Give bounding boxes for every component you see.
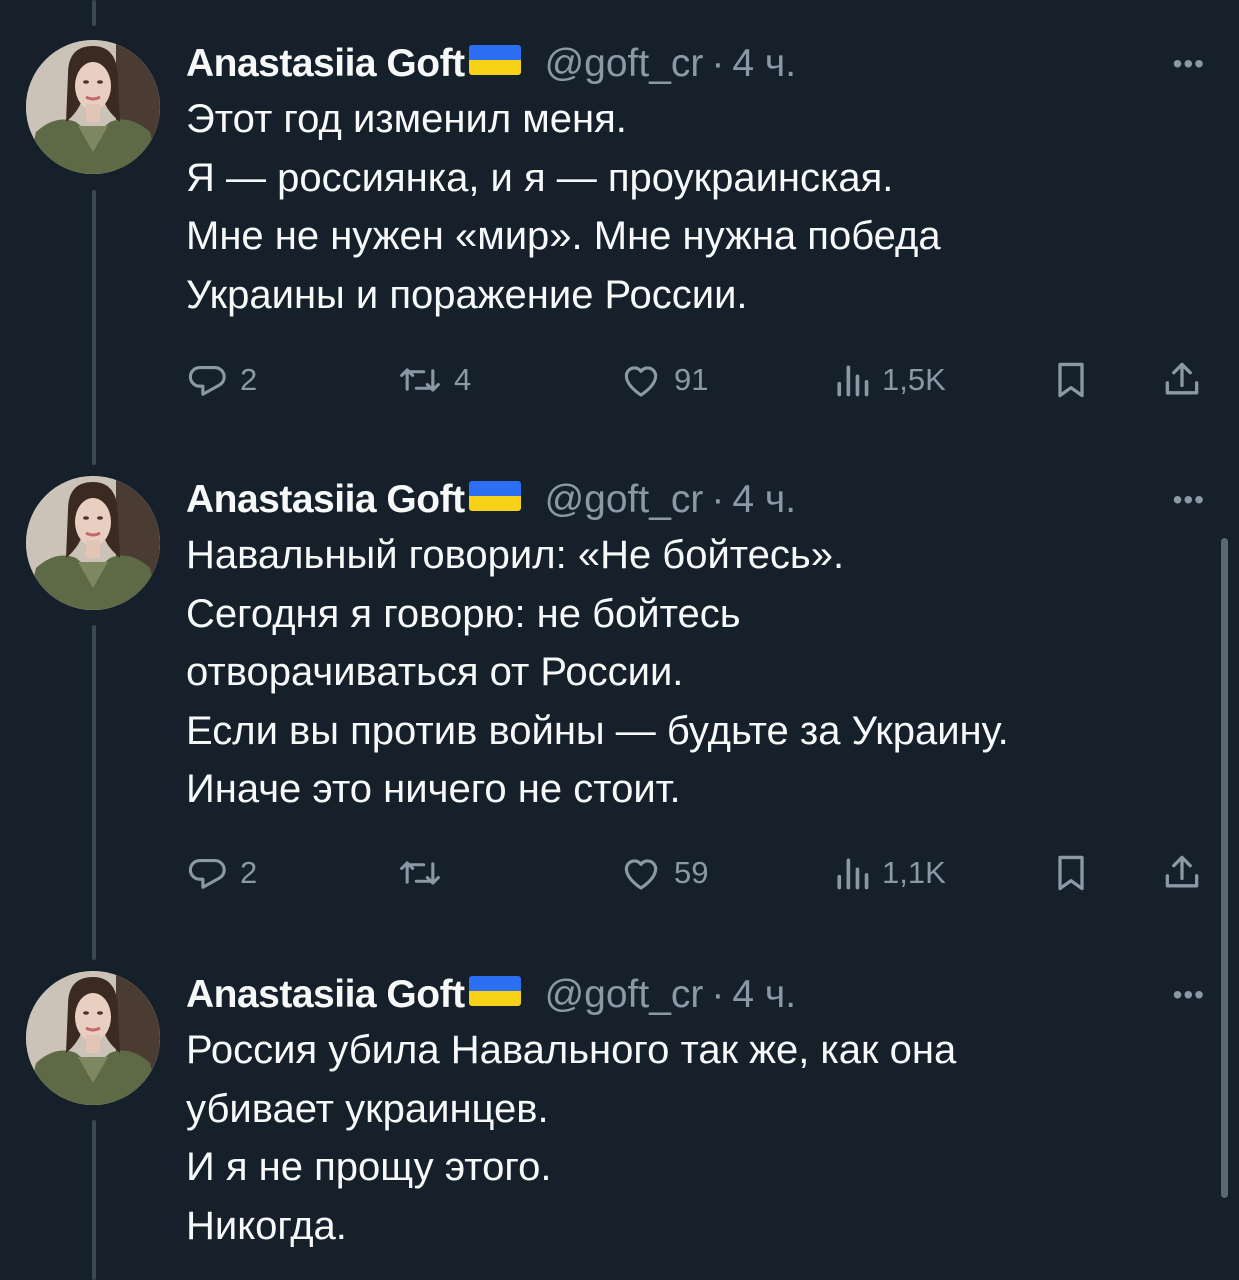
ukraine-flag-icon bbox=[468, 976, 521, 1006]
like-count: 91 bbox=[674, 362, 709, 397]
repost-count: 4 bbox=[454, 362, 472, 397]
bookmark-button[interactable] bbox=[1050, 850, 1092, 896]
tweet-text-line: Иначе это ничего не стоит. bbox=[186, 767, 681, 811]
bookmark-button[interactable] bbox=[1050, 357, 1092, 403]
tweet-text-line: отворачиваться от России. bbox=[186, 650, 684, 694]
tweet-header: Anastasiia Goft @goft_cr · 4 ч. bbox=[186, 476, 796, 524]
author-name[interactable]: Anastasiia Goft bbox=[186, 478, 465, 522]
separator-dot: · bbox=[711, 478, 725, 521]
tweet-header: Anastasiia Goft @goft_cr · 4 ч. bbox=[186, 40, 796, 88]
views-icon bbox=[832, 358, 872, 402]
more-icon[interactable]: ••• bbox=[1173, 979, 1205, 1011]
timestamp[interactable]: 4 ч. bbox=[732, 973, 796, 1017]
avatar[interactable] bbox=[26, 476, 160, 610]
views-button[interactable]: 1,5K bbox=[832, 357, 946, 403]
reply-count: 2 bbox=[240, 855, 258, 890]
separator-dot: · bbox=[711, 42, 725, 85]
tweet-text-line: И я не прощу этого. bbox=[186, 1145, 552, 1189]
tweet-text-line: Если вы против войны — будьте за Украину… bbox=[186, 708, 1009, 753]
reply-button[interactable]: 2 bbox=[186, 850, 257, 896]
scrollbar[interactable] bbox=[1221, 538, 1228, 1198]
tweet-text-line: Сегодня я говорю: не бойтесь bbox=[186, 591, 741, 636]
like-button[interactable]: 59 bbox=[618, 850, 708, 896]
bookmark-icon bbox=[1050, 358, 1092, 402]
bookmark-icon bbox=[1050, 851, 1092, 895]
tweet-text-line: Навальный говорил: «Не бойтесь». bbox=[186, 533, 845, 577]
reply-icon bbox=[186, 851, 230, 895]
tweet-text-line: Я — россиянка, и я — проукраинская. bbox=[186, 155, 894, 200]
reply-count: 2 bbox=[240, 362, 258, 397]
author-name[interactable]: Anastasiia Goft bbox=[186, 42, 465, 86]
action-bar: 2 59 1,1K bbox=[186, 850, 1216, 896]
tweet[interactable]: Anastasiia Goft @goft_cr · 4 ч. ••• Росс… bbox=[0, 971, 1239, 1280]
tweet-text-line: Украины и поражение России. bbox=[186, 272, 748, 317]
avatar[interactable] bbox=[26, 40, 160, 174]
avatar[interactable] bbox=[26, 971, 160, 1105]
views-count: 1,1K bbox=[882, 855, 946, 890]
ukraine-flag-icon bbox=[468, 45, 521, 75]
more-icon[interactable]: ••• bbox=[1173, 484, 1205, 516]
views-icon bbox=[832, 851, 872, 895]
reply-button[interactable]: 2 bbox=[186, 357, 257, 403]
tweet-text: Навальный говорил: «Не бойтесь». Сегодня… bbox=[186, 526, 1196, 819]
tweet[interactable]: Anastasiia Goft @goft_cr · 4 ч. ••• Нава… bbox=[0, 476, 1239, 906]
reply-icon bbox=[186, 358, 230, 402]
share-icon bbox=[1160, 851, 1204, 895]
share-button[interactable] bbox=[1160, 850, 1204, 896]
separator-dot: · bbox=[711, 973, 725, 1016]
repost-icon bbox=[396, 851, 444, 895]
ukraine-flag-icon bbox=[468, 481, 521, 511]
repost-button[interactable] bbox=[396, 850, 454, 896]
heart-icon bbox=[618, 358, 664, 402]
tweet-text-line: Никогда. bbox=[186, 1203, 347, 1248]
timestamp[interactable]: 4 ч. bbox=[732, 478, 796, 522]
author-handle[interactable]: @goft_cr bbox=[545, 973, 704, 1017]
tweet-text: Россия убила Навального так же, как она … bbox=[186, 1021, 1196, 1255]
tweet-text: Этот год изменил меня. Я — россиянка, и … bbox=[186, 90, 1196, 324]
tweet-text-line: Этот год изменил меня. bbox=[186, 97, 627, 141]
author-handle[interactable]: @goft_cr bbox=[545, 478, 704, 522]
more-icon[interactable]: ••• bbox=[1173, 48, 1205, 80]
action-bar: 2 4 91 1,5K bbox=[186, 357, 1216, 403]
like-button[interactable]: 91 bbox=[618, 357, 708, 403]
tweet-header: Anastasiia Goft @goft_cr · 4 ч. bbox=[186, 971, 796, 1019]
tweet[interactable]: Anastasiia Goft @goft_cr · 4 ч. ••• Этот… bbox=[0, 40, 1239, 420]
tweet-text-line: Россия убила Навального так же, как она bbox=[186, 1028, 957, 1072]
tweet-text-line: Мне не нужен «мир». Мне нужна победа bbox=[186, 214, 941, 258]
views-button[interactable]: 1,1K bbox=[832, 850, 946, 896]
repost-button[interactable]: 4 bbox=[396, 357, 471, 403]
author-name[interactable]: Anastasiia Goft bbox=[186, 973, 465, 1017]
repost-icon bbox=[396, 358, 444, 402]
heart-icon bbox=[618, 851, 664, 895]
views-count: 1,5K bbox=[882, 362, 946, 397]
share-icon bbox=[1160, 358, 1204, 402]
thread-line bbox=[92, 0, 96, 26]
timestamp[interactable]: 4 ч. bbox=[732, 42, 796, 86]
author-handle[interactable]: @goft_cr bbox=[545, 42, 704, 86]
share-button[interactable] bbox=[1160, 357, 1204, 403]
like-count: 59 bbox=[674, 855, 709, 890]
tweet-text-line: убивает украинцев. bbox=[186, 1086, 549, 1131]
